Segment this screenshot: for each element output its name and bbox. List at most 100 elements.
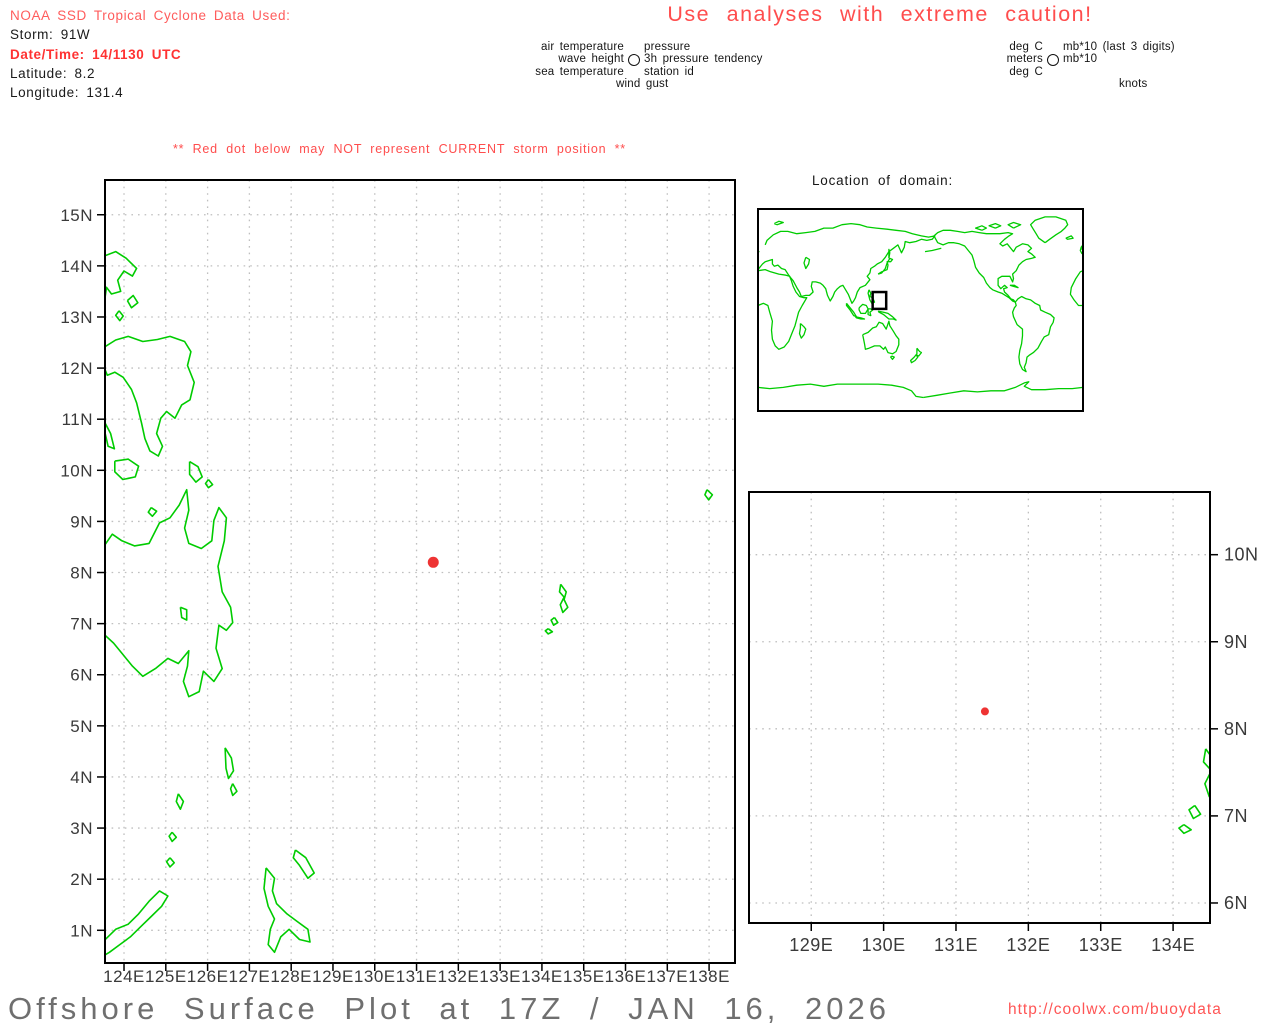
x-tick-label: 129E	[312, 967, 354, 986]
y-tick-label: 2N	[70, 870, 93, 889]
coastline	[854, 316, 866, 320]
y-tick-label: 11N	[62, 410, 93, 429]
y-tick-label: 9N	[70, 512, 93, 531]
y-tick-label: 14N	[60, 257, 93, 276]
y-tick-label: 10N	[60, 461, 93, 480]
map-canvas: 124E 125E 126E 127E 128E 129E 130E 131E 132E 133E…	[60, 179, 1259, 986]
x-tick-label: 137E	[646, 967, 688, 986]
coastline	[417, 588, 638, 941]
coastline	[1009, 284, 1019, 289]
x-tick-label: 131E	[934, 935, 978, 955]
coastline	[105, 335, 195, 457]
coastline	[547, 788, 558, 810]
coastline	[741, 236, 748, 239]
coastline	[105, 890, 169, 956]
coastline	[224, 747, 235, 780]
coastline	[175, 793, 185, 810]
x-tick-label: 138E	[688, 967, 730, 986]
x-tick-label: 125E	[145, 967, 187, 986]
main-map: 124E 125E 126E 127E 128E 129E 130E 131E 132E 133E…	[60, 179, 736, 986]
coastline	[858, 303, 869, 315]
coastline	[558, 583, 569, 614]
coastline	[1029, 216, 1069, 244]
x-tick-label: 135E	[563, 967, 605, 986]
coastline	[1069, 270, 1083, 307]
coastline	[147, 506, 158, 518]
y-tick-label: 9N	[1224, 632, 1248, 652]
x-tick-label: 131E	[396, 967, 438, 986]
coastline	[105, 422, 116, 450]
y-tick-label: 1N	[70, 921, 93, 940]
x-tick-label: 132E	[437, 967, 479, 986]
coastline	[1193, 309, 1198, 316]
x-tick-label: 136E	[605, 967, 647, 986]
coastline	[1193, 290, 1199, 304]
x-tick-label: 133E	[479, 967, 521, 986]
y-tick-label: 12N	[60, 359, 93, 378]
coastline	[417, 327, 571, 531]
y-tick-label: 3N	[70, 819, 93, 838]
coastline	[1011, 295, 1055, 373]
coastline	[1203, 311, 1221, 320]
coastline	[168, 831, 178, 843]
coastline	[1007, 221, 1022, 229]
y-tick-label: 15N	[60, 206, 93, 225]
y-tick-label: 7N	[1224, 806, 1248, 826]
coastline	[263, 867, 311, 954]
coastline	[923, 381, 1083, 399]
coastline	[550, 616, 559, 626]
y-tick-label: 6N	[70, 666, 93, 685]
coastline	[229, 783, 238, 797]
x-tick-label: 132E	[1006, 935, 1050, 955]
coastline	[1082, 265, 1083, 268]
y-tick-label: 13N	[60, 308, 93, 327]
coastline	[890, 355, 895, 361]
coastline	[1099, 221, 1108, 224]
coastline	[1125, 324, 1131, 339]
x-tick-label: 128E	[270, 967, 312, 986]
x-tick-label: 133E	[1079, 935, 1123, 955]
y-tick-label: 6N	[1224, 893, 1248, 913]
coastline	[664, 224, 676, 229]
y-tick-label: 8N	[70, 564, 93, 583]
coastline	[924, 247, 942, 253]
storm-position-dot	[980, 707, 989, 716]
coastline	[1203, 258, 1217, 274]
coastline	[105, 250, 138, 297]
coastline	[1065, 235, 1074, 240]
coastline	[188, 460, 203, 483]
domain-rectangle	[871, 290, 888, 311]
coastline	[114, 458, 140, 481]
coastline	[974, 225, 988, 231]
coastline	[435, 283, 448, 300]
coastline	[417, 475, 433, 518]
x-tick-label: 134E	[521, 967, 563, 986]
y-tick-label: 10N	[1224, 545, 1259, 565]
storm-position-dot	[427, 556, 439, 568]
coastline	[988, 222, 1002, 229]
x-tick-label: 134E	[1151, 935, 1195, 955]
coastline	[126, 294, 139, 309]
coastline	[1172, 303, 1182, 316]
coastline	[651, 226, 662, 231]
x-tick-label: 129E	[789, 935, 833, 955]
coastline	[877, 310, 897, 321]
coastline	[688, 297, 730, 372]
coastline	[1178, 823, 1192, 835]
coastline	[1181, 317, 1190, 319]
coastline	[685, 285, 693, 287]
x-tick-label: 126E	[187, 967, 229, 986]
coastline	[909, 347, 923, 364]
coastline	[1082, 387, 1083, 389]
coastline	[1184, 304, 1193, 313]
coastline	[1214, 249, 1215, 258]
y-tick-label: 4N	[70, 768, 93, 787]
coastline	[683, 223, 696, 229]
coastline	[798, 323, 807, 339]
map-frame	[104, 179, 736, 964]
coastline	[933, 229, 1036, 303]
coastline	[1236, 348, 1247, 363]
x-tick-label: 127E	[229, 967, 271, 986]
coastline	[706, 217, 743, 243]
coastline	[1188, 321, 1224, 354]
